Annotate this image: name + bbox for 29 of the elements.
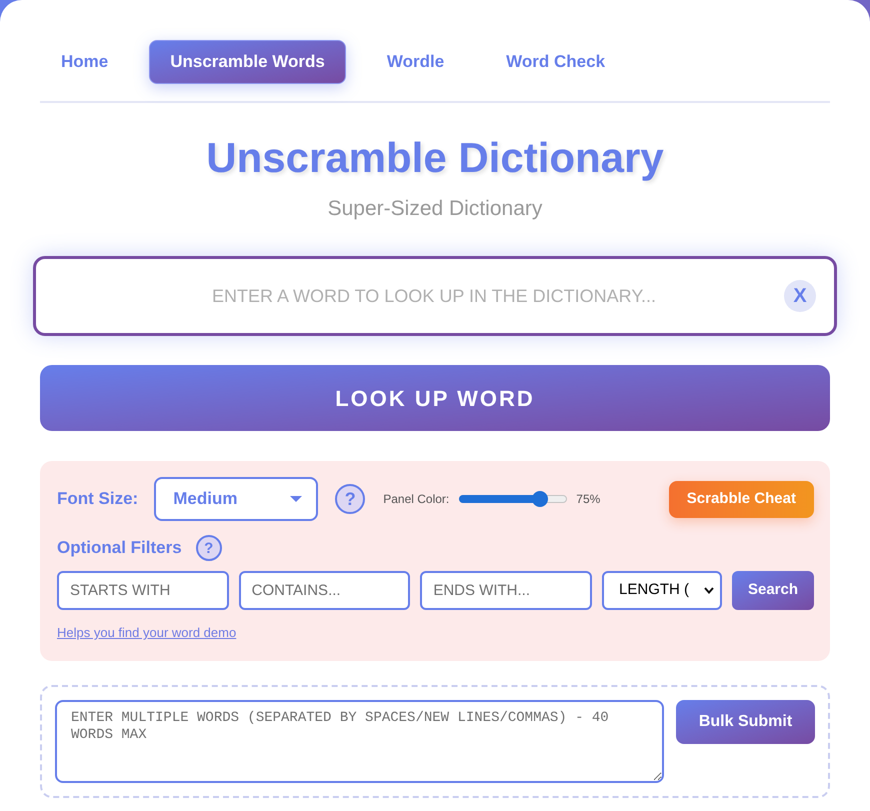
chevron-down-icon xyxy=(704,587,714,594)
help-button[interactable]: ? xyxy=(335,484,366,514)
bulk-words-field[interactable]: ENTER MULTIPLE WORDS (SEPARATED BY SPACES/NEW LINES/COMMAS) - 40 WORDS MAX xyxy=(55,700,664,783)
nav-tab[interactable]: Unscramble Words xyxy=(149,40,346,84)
nav-tab[interactable]: Home xyxy=(40,40,130,84)
demo-link[interactable]: Helps you find your word demo xyxy=(57,625,236,641)
caret-icon xyxy=(290,496,302,502)
font-size-select[interactable]: Medium xyxy=(154,477,318,521)
panel-color-value: 75% xyxy=(576,491,600,508)
page-subtitle: Super-Sized Dictionary xyxy=(326,196,544,222)
bulk-submit-button[interactable]: Bulk Submit xyxy=(676,700,815,744)
slider-thumb[interactable] xyxy=(532,491,548,507)
panel-color-slider[interactable] xyxy=(459,491,568,507)
nav-tab[interactable]: Word Check xyxy=(485,40,626,84)
clear-button[interactable]: X xyxy=(784,280,816,312)
filter-field[interactable]: ENDS WITH... xyxy=(420,571,592,610)
scrabble-cheat-button[interactable]: Scrabble Cheat xyxy=(668,480,814,518)
font-size-label: Font Size: xyxy=(57,488,138,510)
nav-tab[interactable]: Wordle xyxy=(366,40,466,84)
filter-field[interactable]: CONTAINS... xyxy=(238,571,410,610)
page-title: Unscramble Dictionary xyxy=(205,133,665,183)
help-button[interactable]: ? xyxy=(196,535,222,561)
word-search-field[interactable]: ENTER A WORD TO LOOK UP IN THE DICTIONARY... X xyxy=(33,256,837,336)
look-up-button[interactable]: LOOK UP WORD xyxy=(40,365,830,431)
filters-label: Optional Filters xyxy=(57,537,182,560)
search-button[interactable]: Search xyxy=(732,571,814,610)
filter-field[interactable]: STARTS WITH xyxy=(57,571,229,610)
panel-color-label: Panel Color: xyxy=(383,491,450,508)
length-select[interactable]: LENGTH ( xyxy=(602,571,722,610)
